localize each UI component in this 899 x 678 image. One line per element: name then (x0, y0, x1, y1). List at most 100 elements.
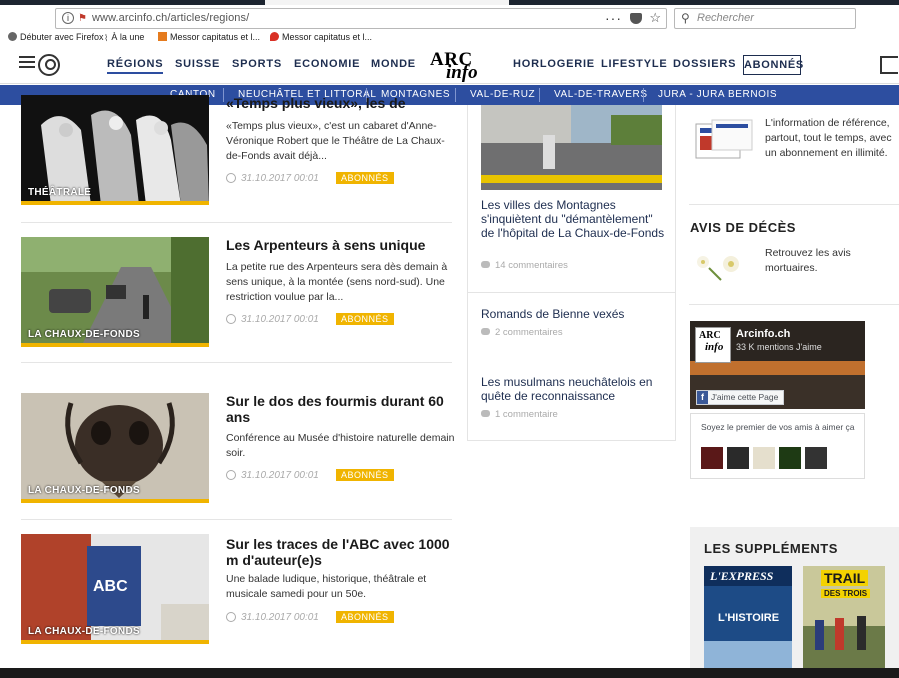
subscribers-badge: ABONNÉS (336, 313, 394, 325)
search-placeholder: Rechercher (697, 12, 754, 24)
flower-icon (689, 250, 747, 286)
clock-icon (226, 314, 236, 324)
site-header: RÉGIONS SUISSE SPORTS ECONOMIE MONDE ARC… (0, 46, 899, 84)
flower-image[interactable] (689, 250, 747, 286)
subnav-jura[interactable]: JURA - JURA BERNOIS (658, 89, 777, 100)
bookmark-label: Messor capitatus et l... (282, 32, 373, 42)
subnav-val-de-travers[interactable]: VAL-DE-TRAVERS (554, 89, 648, 100)
article-thumbnail[interactable]: ABC LA CHAUX-DE-FONDS (21, 534, 209, 644)
supplement-subtitle: DES TROIS (821, 589, 871, 598)
friend-avatar[interactable] (701, 447, 723, 469)
arcinfo-avatar[interactable]: ARC info (695, 327, 731, 363)
nav-sports[interactable]: SPORTS (232, 58, 282, 70)
pocket-icon[interactable] (630, 13, 642, 24)
subscribers-badge: ABONNÉS (336, 172, 394, 184)
article-date: 31.10.2017 00:01 (241, 314, 319, 325)
user-account-icon[interactable] (38, 54, 60, 76)
article-title[interactable]: Sur les traces de l'ABC avec 1000 m d'au… (226, 536, 458, 568)
friend-avatar[interactable] (753, 447, 775, 469)
facebook-page-plugin[interactable]: ARC info Arcinfo.ch 33 K mentions J'aime… (690, 321, 865, 409)
divider (21, 222, 452, 223)
nav-suisse[interactable]: SUISSE (175, 58, 220, 70)
accent-bar (21, 343, 209, 347)
bookmark-item[interactable]: ⌇ À la une (104, 32, 144, 43)
article-category: LA CHAUX-DE-FONDS (28, 329, 140, 340)
accent-bar (21, 499, 209, 503)
epaper-icon[interactable] (880, 56, 898, 74)
newspaper-promo-image[interactable] (692, 116, 754, 164)
most-read-title[interactable]: Romands de Bienne vexés (481, 307, 666, 321)
nav-regions[interactable]: RÉGIONS (107, 58, 164, 74)
nav-monde[interactable]: MONDE (371, 58, 416, 70)
subscribers-button[interactable]: ABONNÉS (743, 55, 803, 75)
bookmark-item[interactable]: Débuter avec Firefox (8, 32, 104, 42)
comment-count[interactable]: 2 commentaires (481, 327, 563, 338)
divider (689, 204, 899, 205)
supplements-heading: LES SUPPLÉMENTS (704, 541, 838, 556)
article-title[interactable]: «Temps plus vieux», les de (226, 95, 458, 111)
newspaper-icon (695, 119, 753, 159)
clock-icon (226, 173, 236, 183)
menu-icon[interactable] (19, 56, 35, 71)
friend-avatar[interactable] (779, 447, 801, 469)
divider (21, 362, 452, 363)
comment-count-label: 2 commentaires (495, 327, 563, 338)
friend-avatar[interactable] (805, 447, 827, 469)
article-meta: 31.10.2017 00:01 ABONNÉS (226, 172, 394, 184)
most-read-title[interactable]: Les villes des Montagnes s'inquiètent du… (481, 198, 666, 240)
tracking-icon[interactable]: ⚑ (78, 13, 87, 24)
facebook-icon: f (697, 391, 708, 404)
facebook-like-button[interactable]: f J'aime cette Page (696, 390, 785, 405)
bookmark-label: Débuter avec Firefox (20, 32, 104, 42)
divider (468, 292, 675, 293)
nav-dossiers[interactable]: DOSSIERS (673, 58, 736, 70)
active-tab[interactable] (265, 0, 509, 5)
bookmark-label: Messor capitatus et l... (170, 32, 261, 42)
map-pin-icon (270, 32, 279, 41)
subnav-val-de-ruz[interactable]: VAL-DE-RUZ (470, 89, 535, 100)
facebook-friends-box: Soyez le premier de vos amis à aimer ça (690, 413, 865, 479)
friend-avatar[interactable] (727, 447, 749, 469)
article-thumbnail[interactable]: LA CHAUX-DE-FONDS (21, 393, 209, 503)
comment-count[interactable]: 14 commentaires (481, 260, 568, 271)
article-title[interactable]: Les Arpenteurs à sens unique (226, 237, 458, 253)
arcinfo-logo[interactable]: ARC info (430, 49, 496, 83)
facebook-page-name[interactable]: Arcinfo.ch (736, 328, 790, 340)
subnav-divider (223, 88, 224, 102)
info-icon[interactable]: i (62, 12, 74, 24)
bookmark-item[interactable]: Messor capitatus et l... (270, 32, 372, 42)
subscription-promo-text[interactable]: L'information de référence, partout, tou… (765, 116, 899, 161)
deaths-text[interactable]: Retrouvez les avis mortuaires. (765, 246, 885, 276)
divider (689, 304, 899, 305)
article-meta: 31.10.2017 00:01 ABONNÉS (226, 469, 394, 481)
address-bar[interactable]: i ⚑ www.arcinfo.ch/articles/regions/ ···… (55, 8, 667, 29)
article-date: 31.10.2017 00:01 (241, 612, 319, 623)
most-read-photo[interactable] (481, 105, 662, 190)
most-read-title[interactable]: Les musulmans neuchâtelois en quête de r… (481, 375, 666, 403)
deaths-heading: AVIS DE DÉCÈS (690, 220, 796, 235)
subscribers-badge: ABONNÉS (336, 611, 394, 623)
url-text[interactable]: www.arcinfo.ch/articles/regions/ (92, 12, 249, 24)
bookmark-item[interactable]: Messor capitatus et l... (158, 32, 260, 42)
nav-lifestyle[interactable]: LIFESTYLE (601, 58, 667, 70)
article-date: 31.10.2017 00:01 (241, 173, 319, 184)
article-category: LA CHAUX-DE-FONDS (28, 626, 140, 637)
page-actions-icon[interactable]: ··· (605, 10, 622, 26)
nav-economie[interactable]: ECONOMIE (294, 58, 360, 70)
comment-count-label: 14 commentaires (495, 260, 568, 271)
divider (21, 519, 452, 520)
article-category: THÉÂTRALE (28, 187, 92, 198)
browser-tab-strip (0, 0, 899, 5)
rss-icon: ⌇ (104, 33, 109, 43)
comment-count[interactable]: 1 commentaire (481, 409, 558, 420)
article-thumbnail[interactable]: LA CHAUX-DE-FONDS (21, 237, 209, 347)
supplement-cover-trail[interactable]: TRAIL DES TROIS (803, 566, 885, 678)
bookmark-star-icon[interactable]: ☆ (649, 10, 661, 26)
nav-horlogerie[interactable]: HORLOGERIE (513, 58, 595, 70)
article-thumbnail[interactable]: THÉÂTRALE (21, 95, 209, 205)
article-title[interactable]: Sur le dos des fourmis durant 60 ans (226, 393, 458, 425)
article-excerpt: Conférence au Musée d'histoire naturelle… (226, 432, 455, 459)
search-input[interactable]: ⚲ Rechercher (674, 8, 856, 29)
supplement-cover-histoire[interactable]: L'EXPRESS L'HISTOIRE (704, 566, 792, 678)
article-excerpt: Une balade ludique, historique, théâtral… (226, 573, 427, 600)
